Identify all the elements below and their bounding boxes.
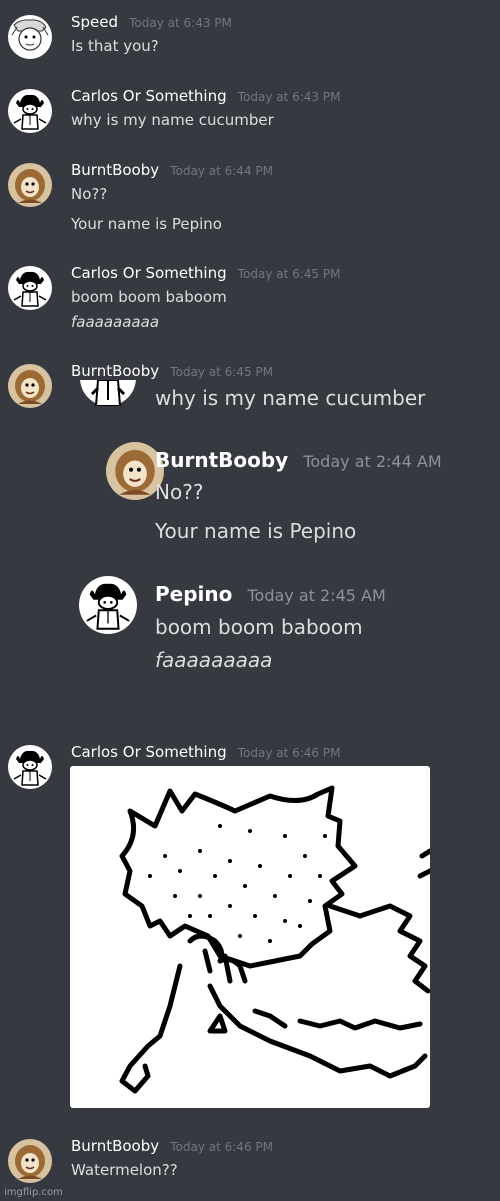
sketch-drawing <box>119 785 430 1094</box>
message-header: Carlos Or Something Today at 6:43 PM <box>71 86 340 105</box>
message-text: Your name is Pepino <box>71 215 222 233</box>
username[interactable]: Carlos Or Something <box>71 87 227 105</box>
embedded-text: Your name is Pepino <box>155 519 357 543</box>
username[interactable]: Carlos Or Something <box>71 743 227 761</box>
message-text: No?? <box>71 185 108 203</box>
message-text: faaaaaaaaa <box>71 313 160 331</box>
username[interactable]: Speed <box>71 13 118 31</box>
avatar-burntbooby[interactable] <box>8 163 52 207</box>
avatar-carlos[interactable] <box>8 89 52 133</box>
timestamp: Today at 6:43 PM <box>237 90 341 104</box>
embedded-username: Pepino <box>155 582 233 606</box>
embedded-username: BurntBooby <box>155 448 289 472</box>
message-header: Carlos Or Something Today at 6:46 PM <box>71 742 340 761</box>
username[interactable]: BurntBooby <box>71 161 159 179</box>
timestamp: Today at 6:46 PM <box>170 1140 273 1154</box>
message-text: Is that you? <box>71 37 159 55</box>
username[interactable]: BurntBooby <box>71 1137 159 1155</box>
avatar-carlos[interactable] <box>8 745 52 789</box>
message-header: BurntBooby Today at 6:46 PM <box>71 1136 273 1155</box>
avatar-speed[interactable] <box>8 15 52 59</box>
embedded-text: faaaaaaaaa <box>155 648 273 672</box>
cropped-avatar <box>80 380 136 406</box>
username[interactable]: BurntBooby <box>71 362 159 380</box>
embedded-text: boom boom baboom <box>155 615 363 639</box>
message-text: Watermelon?? <box>71 1161 178 1179</box>
avatar-burntbooby[interactable] <box>8 1139 52 1183</box>
embedded-header: BurntBooby Today at 2:44 AM <box>155 448 442 472</box>
message-text: why is my name cucumber <box>71 111 274 129</box>
embedded-text: why is my name cucumber <box>155 386 426 410</box>
attached-drawing-image[interactable] <box>70 766 430 1108</box>
embedded-avatar-pepino <box>79 576 137 634</box>
message-header: Speed Today at 6:43 PM <box>71 12 232 31</box>
avatar-carlos[interactable] <box>8 266 52 310</box>
message-header: BurntBooby Today at 6:45 PM <box>71 361 273 380</box>
timestamp: Today at 6:46 PM <box>237 746 341 760</box>
embedded-timestamp: Today at 2:45 AM <box>247 586 386 605</box>
embedded-text: No?? <box>155 480 204 504</box>
timestamp: Today at 6:45 PM <box>170 365 273 379</box>
username[interactable]: Carlos Or Something <box>71 264 227 282</box>
message-text: boom boom baboom <box>71 288 227 306</box>
imgflip-watermark: imgflip.com <box>4 1187 63 1198</box>
message-header: Carlos Or Something Today at 6:45 PM <box>71 263 340 282</box>
timestamp: Today at 6:45 PM <box>237 267 341 281</box>
embedded-timestamp: Today at 2:44 AM <box>303 452 442 471</box>
message-header: BurntBooby Today at 6:44 PM <box>71 160 273 179</box>
timestamp: Today at 6:43 PM <box>129 16 232 30</box>
timestamp: Today at 6:44 PM <box>170 164 273 178</box>
embedded-screenshot[interactable]: why is my name cucumber BurntBooby Today… <box>0 380 500 710</box>
embedded-header: Pepino Today at 2:45 AM <box>155 582 386 606</box>
